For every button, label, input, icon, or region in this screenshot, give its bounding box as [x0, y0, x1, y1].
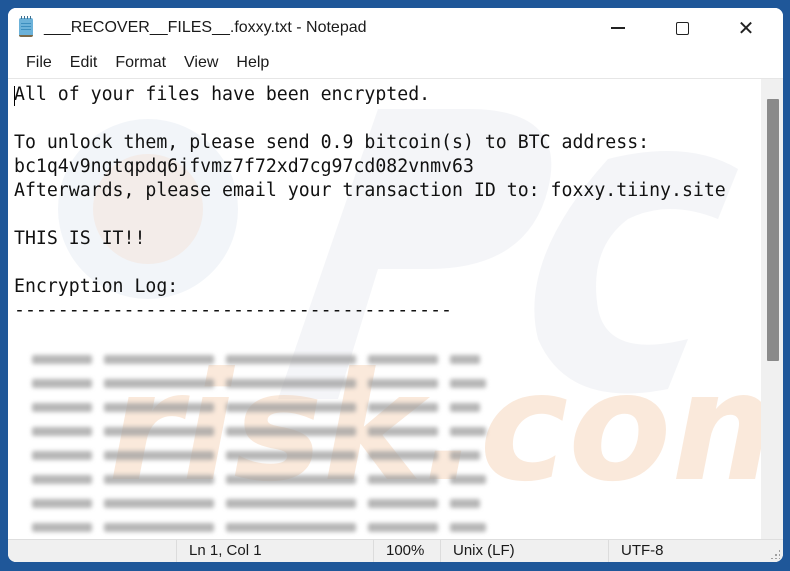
redacted-text — [450, 474, 486, 484]
maximize-icon — [675, 21, 689, 35]
redacted-text — [368, 474, 438, 484]
status-bar: Ln 1, Col 1 100% Unix (LF) UTF-8 — [8, 539, 783, 562]
redacted-text — [226, 522, 356, 532]
redacted-text — [226, 474, 356, 484]
redacted-log-row — [12, 371, 492, 395]
window-title: ___RECOVER__FILES__.foxxy.txt - Notepad — [44, 19, 367, 36]
redacted-text — [104, 498, 214, 508]
text-line: All of your files have been encrypted. — [14, 84, 431, 105]
status-cursor-position: Ln 1, Col 1 — [176, 540, 373, 562]
redacted-text — [226, 378, 356, 388]
status-zoom: 100% — [373, 540, 440, 562]
redacted-text — [104, 450, 214, 460]
resize-grip-icon[interactable] — [770, 549, 780, 559]
redacted-text — [226, 450, 356, 460]
text-line: Encryption Log: — [14, 276, 179, 297]
status-line-ending: Unix (LF) — [440, 540, 608, 562]
redacted-text — [450, 378, 486, 388]
redacted-log-row — [12, 491, 492, 515]
redacted-text — [104, 522, 214, 532]
menu-format[interactable]: Format — [107, 51, 174, 75]
text-line: To unlock them, please send 0.9 bitcoin(… — [14, 132, 650, 153]
redacted-text — [104, 402, 214, 412]
status-encoding: UTF-8 — [608, 540, 758, 562]
redacted-text — [368, 522, 438, 532]
redacted-text — [450, 450, 480, 460]
redacted-text — [226, 498, 356, 508]
redacted-text — [32, 378, 92, 388]
redacted-log-row — [12, 395, 492, 419]
redacted-text — [368, 498, 438, 508]
notepad-icon — [19, 16, 33, 37]
close-icon: ✕ — [737, 16, 755, 40]
redacted-text — [368, 378, 438, 388]
redacted-text — [226, 426, 356, 436]
redacted-text — [368, 450, 438, 460]
redacted-log-row — [12, 443, 492, 467]
redacted-text — [104, 354, 214, 364]
text-line: ---------------------------------------- — [14, 300, 452, 321]
menu-edit[interactable]: Edit — [62, 51, 106, 75]
redacted-text — [368, 402, 438, 412]
notepad-window: ___RECOVER__FILES__.foxxy.txt - Notepad … — [8, 8, 783, 562]
minimize-button[interactable] — [586, 8, 650, 48]
redacted-text — [226, 402, 356, 412]
redacted-text — [450, 402, 480, 412]
text-line: THIS IS IT!! — [14, 228, 146, 249]
redacted-text — [368, 426, 438, 436]
redacted-log-row — [12, 347, 492, 371]
menu-file[interactable]: File — [18, 51, 60, 75]
redacted-text — [450, 522, 486, 532]
redacted-log-row — [12, 419, 492, 443]
redacted-text — [226, 354, 356, 364]
close-button[interactable]: ✕ — [714, 8, 778, 48]
vertical-scrollbar[interactable] — [761, 79, 783, 541]
redacted-text — [450, 498, 480, 508]
maximize-button[interactable] — [650, 8, 714, 48]
redacted-text — [32, 498, 92, 508]
redacted-text — [104, 378, 214, 388]
text-editor[interactable]: risk.com All of your files have been enc… — [8, 78, 783, 541]
minimize-icon — [611, 27, 625, 29]
redacted-text — [104, 474, 214, 484]
menu-help[interactable]: Help — [228, 51, 277, 75]
redacted-text — [32, 474, 92, 484]
scroll-thumb[interactable] — [767, 99, 779, 361]
redacted-text — [32, 450, 92, 460]
menu-view[interactable]: View — [176, 51, 226, 75]
redacted-text — [104, 426, 214, 436]
redacted-text — [368, 354, 438, 364]
btc-address-line: bc1q4v9ngtqpdq6jfvmz7f72xd7cg97cd082vnmv… — [14, 156, 474, 177]
redacted-log-row — [12, 515, 492, 539]
title-bar[interactable]: ___RECOVER__FILES__.foxxy.txt - Notepad … — [8, 8, 783, 48]
redacted-text — [32, 426, 92, 436]
redacted-text — [32, 522, 92, 532]
redacted-log-row — [12, 467, 492, 491]
text-line: Afterwards, please email your transactio… — [14, 180, 726, 201]
redacted-text — [450, 426, 486, 436]
redacted-text — [450, 354, 480, 364]
redacted-text — [32, 354, 92, 364]
status-blank — [8, 540, 176, 562]
redacted-text — [32, 402, 92, 412]
redacted-encryption-log — [12, 347, 492, 541]
menu-bar: File Edit Format View Help — [8, 48, 783, 78]
